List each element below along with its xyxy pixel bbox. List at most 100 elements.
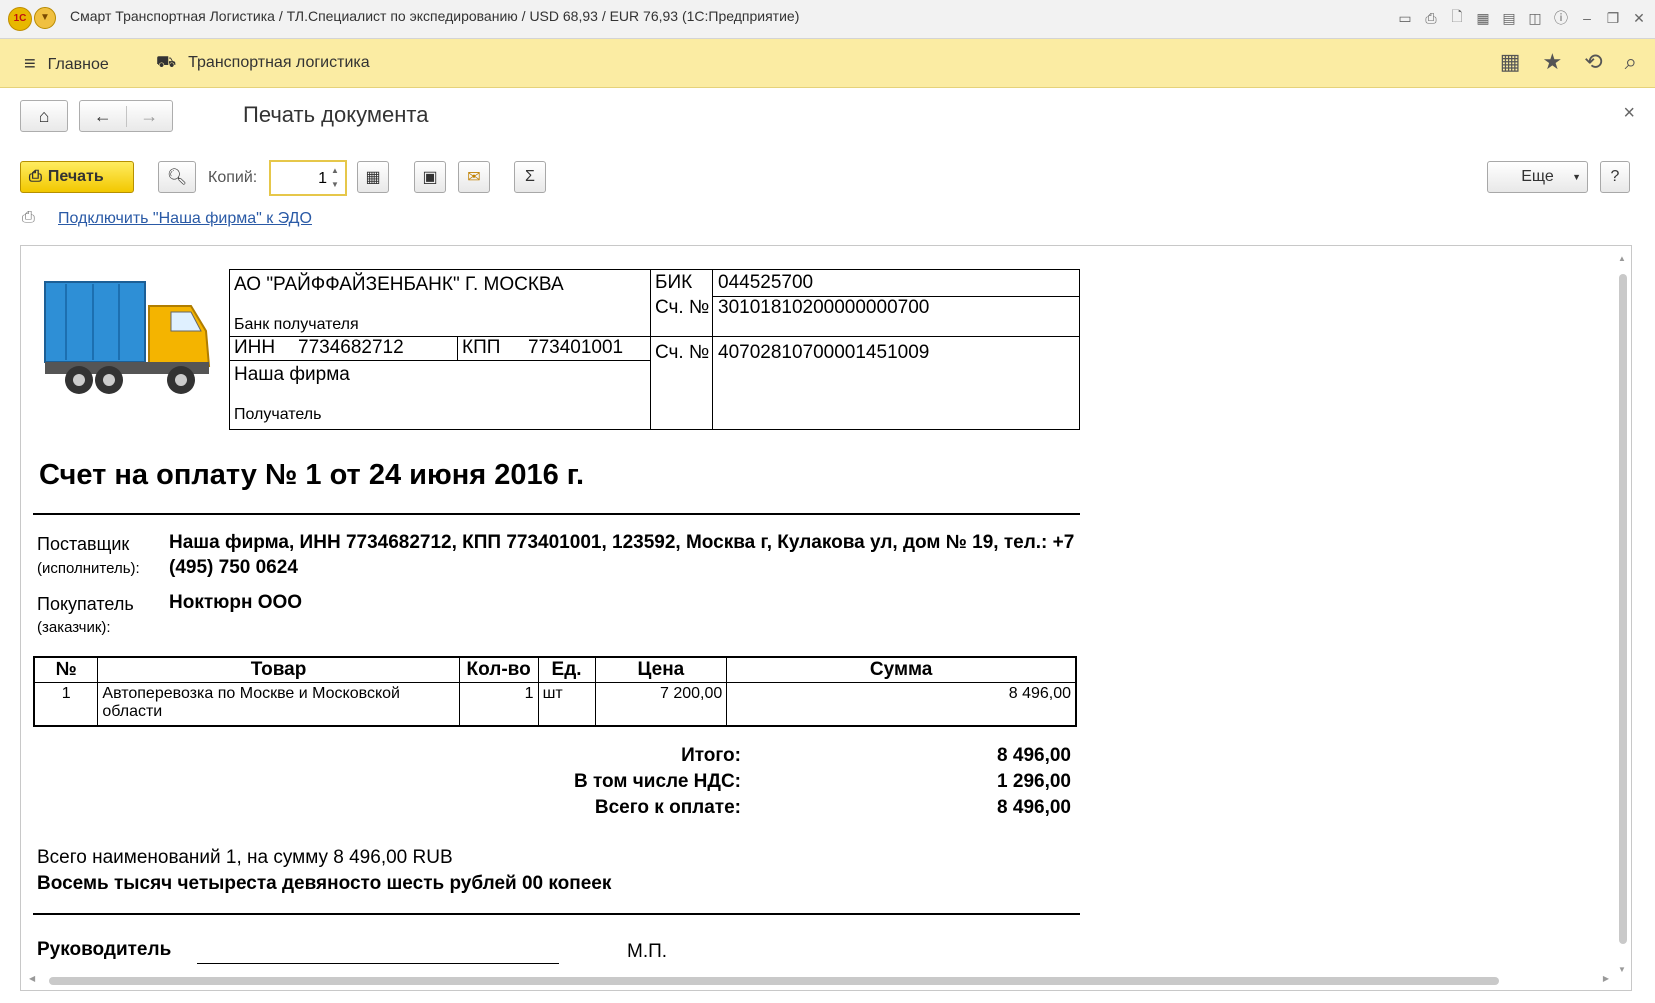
section-bar: ≡ Главное ⛟ Транспортная логистика ▦ ★ ⟲… <box>0 39 1655 88</box>
section-transport[interactable]: ⛟ Транспортная логистика <box>156 53 370 73</box>
signature-label: Руководитель <box>37 939 172 960</box>
settings-table-button[interactable]: ▦ <box>357 161 389 193</box>
dropdown-arrow-icon: ▼ <box>1572 172 1581 182</box>
bik-value: 044525700 <box>718 272 814 293</box>
apps-grid-icon[interactable]: ▦ <box>1500 49 1521 75</box>
inn-label: ИНН <box>234 337 276 358</box>
app-logo-icon[interactable]: 1С <box>8 7 32 31</box>
buyer-label: Покупатель <box>37 594 134 614</box>
email-button[interactable]: ✉ <box>458 161 490 193</box>
corr-account-label: Сч. № <box>655 297 710 318</box>
restore-icon[interactable]: ❐ <box>1603 8 1623 28</box>
vertical-scroll-thumb[interactable] <box>1619 274 1627 944</box>
table-header-row: № Товар Кол-во Ед. Цена Сумма <box>33 656 1077 683</box>
form-title: Печать документа <box>243 102 429 127</box>
account-value: 40702810700001451009 <box>718 342 930 363</box>
supplier-sub: (исполнитель): <box>37 560 140 577</box>
sum-button[interactable]: Σ <box>514 161 546 193</box>
back-arrow-icon[interactable]: ← <box>80 105 127 127</box>
row-sum: 8 496,00 <box>726 682 1077 727</box>
table-row: 1 Автоперевозка по Москве и Московской о… <box>33 682 1077 727</box>
due-value: 8 496,00 <box>997 797 1071 818</box>
favorites-star-icon[interactable]: ★ <box>1543 49 1563 75</box>
nav-buttons: ← → <box>79 100 173 132</box>
vertical-scrollbar[interactable]: ▲ ▼ <box>1617 254 1629 974</box>
corr-account-value: 30101810200000000700 <box>718 297 930 318</box>
sigma-icon: Σ <box>525 168 535 185</box>
close-icon[interactable]: ✕ <box>1629 8 1649 28</box>
home-button[interactable]: ⌂ <box>20 100 68 132</box>
vat-label: В том числе НДС: <box>574 771 741 792</box>
supplier-value: Наша фирма, ИНН 7734682712, КПП 77340100… <box>169 532 1075 578</box>
scroll-up-icon[interactable]: ▲ <box>1618 254 1626 263</box>
kpp-label: КПП <box>462 337 501 358</box>
print-button[interactable]: ⎙ Печать <box>20 161 134 193</box>
hamburger-icon: ≡ <box>24 53 36 75</box>
truck-logo-icon <box>44 281 211 394</box>
bank-name: АО "РАЙФФАЙЗЕНБАНК" Г. МОСКВА <box>234 274 564 295</box>
save-button[interactable]: ▣ <box>414 161 446 193</box>
floppy-icon: ▣ <box>422 169 438 186</box>
total-value: 8 496,00 <box>997 745 1071 766</box>
history-icon[interactable]: ⟲ <box>1584 49 1602 75</box>
bik-label: БИК <box>655 272 693 293</box>
panels-icon[interactable]: ◫ <box>1525 8 1545 28</box>
col-unit: Ед. <box>537 656 596 683</box>
minimize-icon[interactable]: – <box>1577 8 1597 28</box>
supplier-label: Поставщик <box>37 534 130 554</box>
horizontal-scrollbar[interactable]: ◀ ▶ <box>29 974 1609 986</box>
save-icon[interactable]: ▭ <box>1395 8 1415 28</box>
section-transport-label: Транспортная логистика <box>188 54 370 71</box>
main-menu-icon[interactable]: ▼ <box>34 7 56 29</box>
recipient-name: Наша фирма <box>234 364 350 385</box>
document-viewer: АО "РАЙФФАЙЗЕНБАНК" Г. МОСКВА Банк получ… <box>20 245 1632 991</box>
vat-value: 1 296,00 <box>997 771 1071 792</box>
close-form-icon[interactable]: × <box>1623 102 1635 125</box>
copies-stepper[interactable]: ▲ ▼ <box>327 164 343 192</box>
total-label: Итого: <box>681 745 741 766</box>
edo-printer-icon: ⎙ <box>22 209 35 226</box>
more-button[interactable]: Еще ▼ <box>1487 161 1588 193</box>
scroll-down-icon[interactable]: ▼ <box>1618 965 1626 974</box>
signature-line <box>197 963 559 964</box>
section-main[interactable]: ≡ Главное <box>24 53 109 76</box>
buyer-sub: (заказчик): <box>37 619 111 636</box>
info-icon[interactable]: ⓘ <box>1551 8 1571 28</box>
invoice-document: АО "РАЙФФАЙЗЕНБАНК" Г. МОСКВА Банк получ… <box>21 246 1101 990</box>
home-icon: ⌂ <box>38 105 50 126</box>
preview-button[interactable]: 🔍︎ <box>158 161 196 193</box>
bank-label: Банк получателя <box>234 316 359 333</box>
envelope-icon: ✉ <box>467 169 481 186</box>
printer-icon: ⎙ <box>29 168 42 185</box>
scroll-left-icon[interactable]: ◀ <box>29 974 35 983</box>
table-settings-icon: ▦ <box>365 169 381 186</box>
copies-field: ▲▼ <box>269 160 347 196</box>
col-quantity: Кол-во <box>458 656 539 683</box>
help-button[interactable]: ? <box>1600 161 1630 193</box>
print-icon[interactable]: ⎙ <box>1421 8 1441 28</box>
inn-value: 7734682712 <box>298 337 404 358</box>
calendar-icon[interactable]: ▤ <box>1499 8 1519 28</box>
bank-details-table: АО "РАЙФФАЙЗЕНБАНК" Г. МОСКВА Банк получ… <box>229 269 1080 430</box>
row-product: Автоперевозка по Москве и Московской обл… <box>97 682 460 727</box>
more-button-label: Еще <box>1521 168 1554 185</box>
scroll-right-icon[interactable]: ▶ <box>1603 974 1609 983</box>
preview-icon[interactable]: 🗋 <box>1447 8 1467 28</box>
truck-icon: ⛟ <box>156 54 177 71</box>
window-title: Смарт Транспортная Логистика / ТЛ.Специа… <box>70 8 800 24</box>
copies-input[interactable] <box>275 166 329 192</box>
title-rule <box>33 513 1080 515</box>
calculator-icon[interactable]: ▦ <box>1473 8 1493 28</box>
forward-arrow-icon[interactable]: → <box>127 106 173 127</box>
items-summary: Всего наименований 1, на сумму 8 496,00 … <box>37 847 453 868</box>
section-tools: ▦ ★ ⟲ ⌕ <box>1500 49 1637 75</box>
row-unit: шт <box>537 682 596 727</box>
buyer-value: Ноктюрн ООО <box>169 592 303 613</box>
row-number: 1 <box>33 682 99 727</box>
horizontal-scroll-thumb[interactable] <box>49 977 1499 985</box>
row-quantity: 1 <box>458 682 539 727</box>
edo-connect-link[interactable]: Подключить "Наша фирма" к ЭДО <box>58 210 312 228</box>
search-icon[interactable]: ⌕ <box>1625 49 1637 75</box>
col-number: № <box>33 656 99 683</box>
col-price: Цена <box>594 656 728 683</box>
